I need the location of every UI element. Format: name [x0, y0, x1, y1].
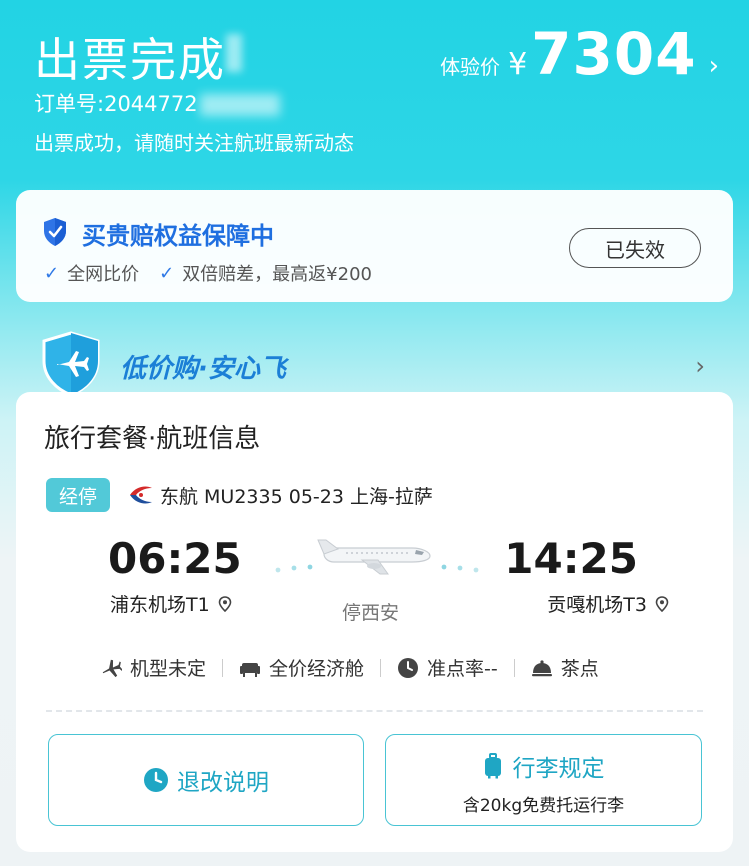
guarantee-feature-label: 全网比价: [67, 264, 140, 285]
shield-check-icon: [44, 218, 66, 246]
check-icon: ✓: [44, 262, 60, 284]
departure-time: 06:25: [108, 534, 242, 583]
arrival-airport[interactable]: 贡嘎机场T3: [547, 590, 669, 617]
order-label: 订单号:: [34, 92, 105, 116]
amenity-label: 全价经济舱: [269, 658, 365, 680]
redacted-mask: [226, 34, 242, 72]
amenities-row: 机型未定 全价经济舱 准点率-- 茶点: [100, 654, 599, 681]
banner-title: 低价购·安心飞: [120, 354, 286, 384]
order-number: 2044772: [104, 92, 198, 116]
chevron-right-icon: ›: [708, 51, 719, 81]
check-icon: ✓: [159, 262, 175, 284]
separator: [513, 658, 515, 677]
stopover-badge: 经停: [46, 478, 110, 512]
seat-icon: [240, 662, 261, 677]
luggage-icon: [484, 753, 501, 779]
amenity-label: 机型未定: [130, 658, 207, 680]
arrival-time: 14:25: [504, 534, 638, 583]
amenity-ontime: 准点率--: [397, 654, 498, 681]
promo-banner[interactable]: 低价购·安心飞 ›: [16, 331, 733, 398]
flight-info-card: 旅行套餐·航班信息 经停 东航 MU2335 05-23 上海-拉萨 06:25…: [16, 392, 733, 852]
amenity-label: 准点率--: [427, 658, 498, 680]
baggage-policy-label: 行李规定: [512, 756, 605, 782]
separator: [222, 658, 224, 677]
location-pin-icon: [218, 595, 232, 612]
guarantee-title: 买贵赔权益保障中: [82, 222, 274, 250]
dashed-divider: [46, 710, 703, 712]
section-title: 旅行套餐·航班信息: [44, 424, 261, 454]
guarantee-feature-label: 双倍赔差，最高返¥200: [182, 264, 372, 285]
clock-icon: [398, 657, 419, 678]
flight-meta-row: 经停 东航 MU2335 05-23 上海-拉萨: [46, 478, 433, 512]
baggage-title-row: 行李规定: [386, 749, 701, 783]
currency-symbol: ¥: [508, 47, 528, 82]
departure-airport[interactable]: 浦东机场T1: [110, 590, 232, 617]
guarantee-status-button[interactable]: 已失效: [569, 228, 701, 268]
amenity-cabin: 全价经济舱: [239, 654, 364, 681]
price-value: 7304: [531, 20, 697, 88]
refund-policy-button[interactable]: 退改说明: [48, 734, 364, 826]
flight-summary: 东航 MU2335 05-23 上海-拉萨: [160, 485, 433, 508]
stopover-city: 停西安: [342, 602, 400, 624]
guarantee-features: ✓ 全网比价 ✓ 双倍赔差，最高返¥200: [44, 260, 392, 286]
arrival-airport-label: 贡嘎机场T3: [547, 594, 647, 616]
meal-icon: [531, 659, 552, 676]
baggage-allowance: 含20kg免费托运行李: [462, 796, 625, 816]
clock-icon: [144, 768, 168, 792]
status-message: 出票成功，请随时关注航班最新动态: [34, 131, 354, 155]
location-pin-icon: [655, 595, 669, 612]
guarantee-feature: ✓ 全网比价: [44, 260, 139, 286]
order-number-row: 订单号:2044772: [34, 88, 280, 118]
redacted-mask: [199, 94, 280, 116]
baggage-policy-button[interactable]: 行李规定 含20kg免费托运行李: [385, 734, 702, 826]
chevron-right-icon: ›: [695, 352, 705, 380]
separator: [380, 658, 382, 677]
plane-icon: [102, 659, 122, 677]
refund-policy-label: 退改说明: [177, 770, 269, 796]
china-eastern-logo-icon: [130, 486, 152, 504]
price-summary[interactable]: 体验价 ¥ 7304 ›: [440, 20, 719, 88]
plane-shield-icon: [42, 331, 100, 397]
page-title: 出票完成: [34, 33, 226, 87]
amenity-meal: 茶点: [531, 654, 599, 681]
departure-airport-label: 浦东机场T1: [110, 594, 210, 616]
airplane-icon: [317, 539, 431, 575]
ticket-header: 出票完成 订单号:2044772 出票成功，请随时关注航班最新动态 体验价 ¥ …: [0, 0, 749, 185]
amenity-aircraft: 机型未定: [100, 654, 206, 681]
price-label: 体验价: [440, 55, 501, 79]
guarantee-feature: ✓ 双倍赔差，最高返¥200: [159, 260, 372, 286]
price-guarantee-card: 买贵赔权益保障中 ✓ 全网比价 ✓ 双倍赔差，最高返¥200 已失效: [16, 190, 733, 302]
amenity-label: 茶点: [560, 658, 599, 680]
